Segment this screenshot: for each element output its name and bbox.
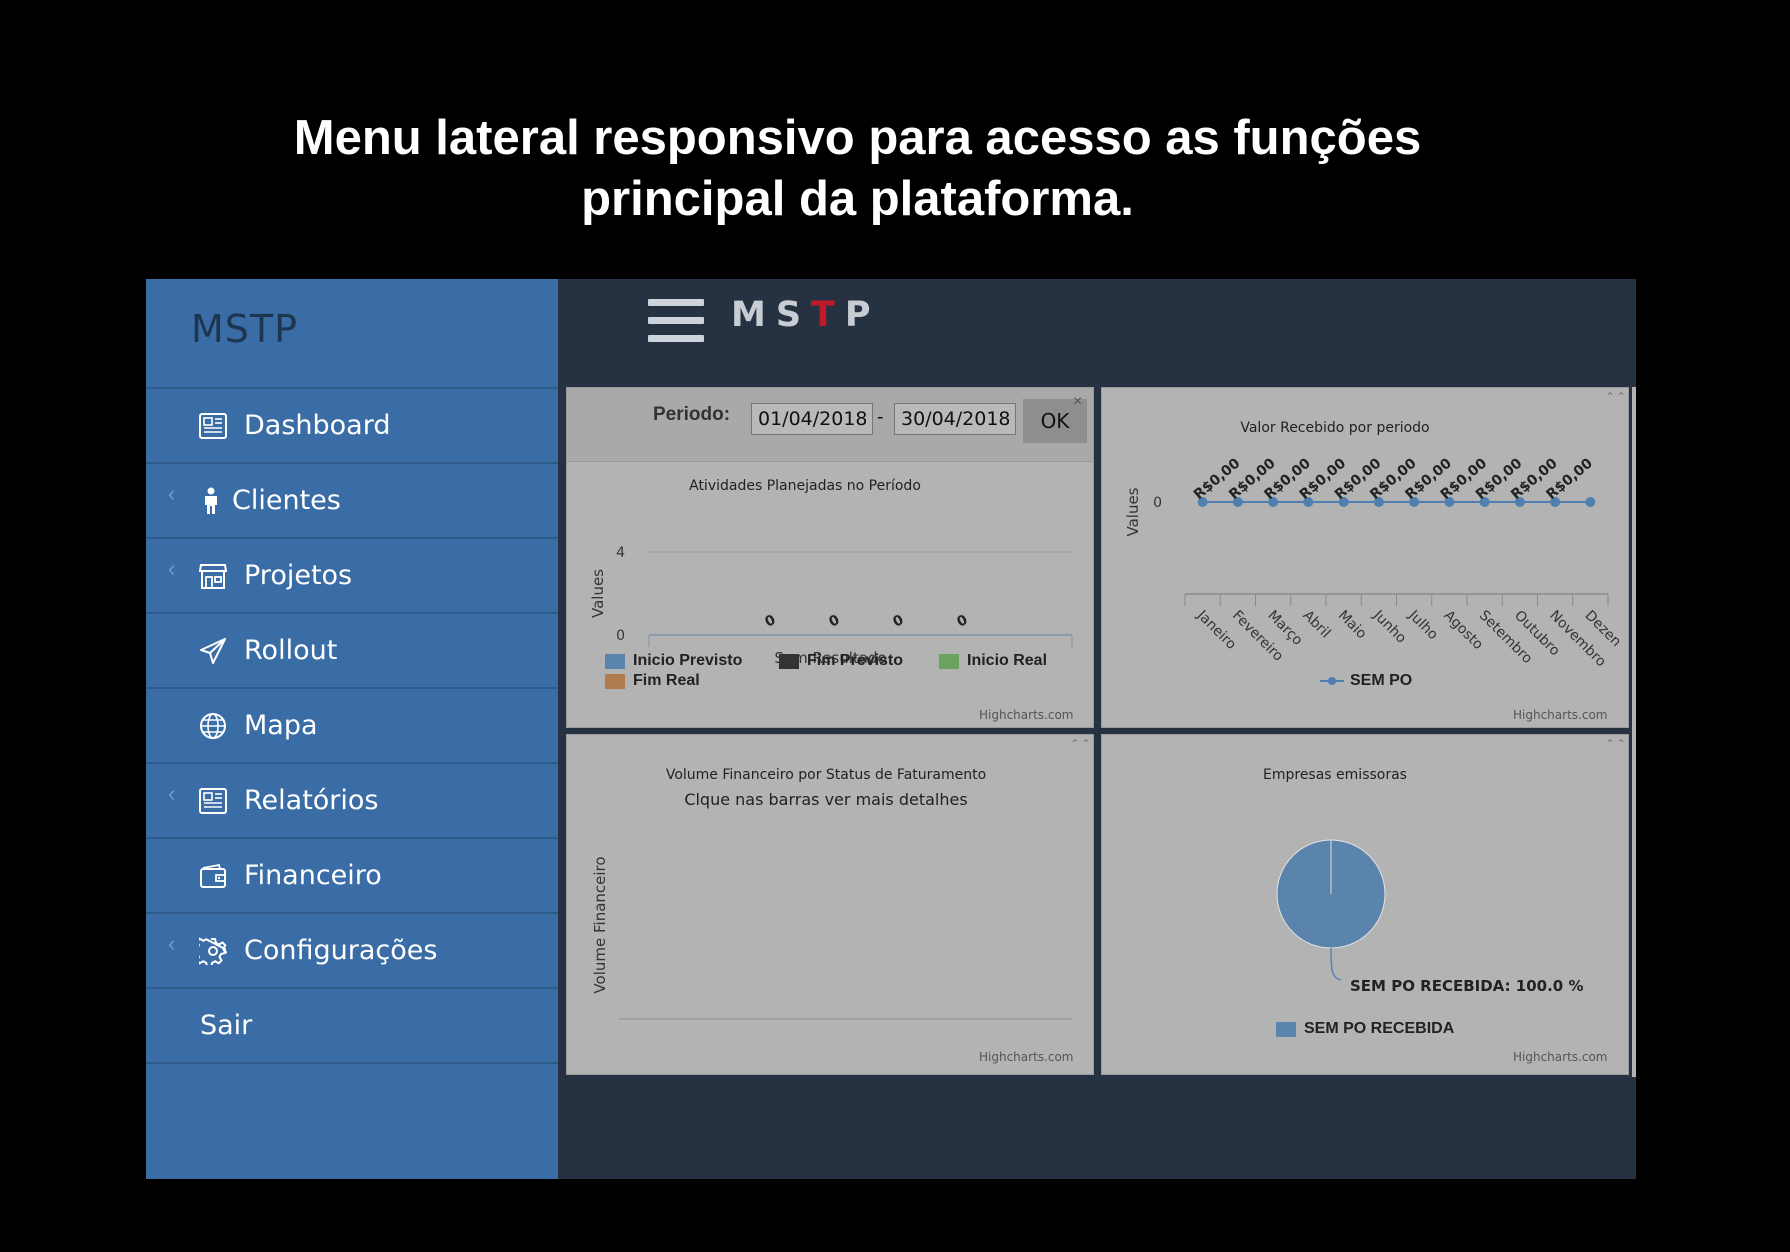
sidebar-item-sair[interactable]: Sair <box>146 989 558 1064</box>
x-tick-label: Janeiro <box>1193 607 1239 653</box>
series-point <box>1585 497 1596 507</box>
newspaper-icon <box>198 411 228 441</box>
legend-swatch <box>605 653 625 669</box>
highcharts-credit[interactable]: Highcharts.com <box>1513 1050 1607 1064</box>
sidebar-item-label: Configurações <box>244 935 438 966</box>
legend-item[interactable]: Inicio Previsto <box>605 652 742 670</box>
sidebar-item-label: Dashboard <box>244 410 391 441</box>
panel-valor-recebido: ⌃⌃ Valor Recebido por periodo 0 Values Jan… <box>1101 387 1629 728</box>
data-label: 0 <box>955 612 971 631</box>
legend-item[interactable]: Fim Previsto <box>779 652 903 670</box>
sidebar-item-dashboard[interactable]: Dashboard <box>146 389 558 464</box>
legend-swatch <box>1276 1021 1296 1037</box>
chart-valor-recebido: 0ValuesJaneiroFevereiroMarçoAbril Maio Jun… <box>1124 455 1624 670</box>
legend-label: Inicio Real <box>967 652 1048 669</box>
highcharts-credit[interactable]: Highcharts.com <box>1513 708 1607 722</box>
sidebar-item-label: Rollout <box>244 635 338 666</box>
top-bar: MSTP <box>558 279 1636 387</box>
data-label: SEM PO RECEBIDA: 100.0 % <box>1350 977 1584 995</box>
legend-label: Fim Real <box>633 672 700 689</box>
sidebar-item-clientes[interactable]: ‹ Clientes <box>146 464 558 539</box>
x-tick-label: Junho <box>1369 607 1409 647</box>
panel-volume-financeiro: ⌃⌃ Volume Financeiro por Status de Fatur… <box>566 734 1094 1075</box>
person-icon <box>196 486 226 516</box>
sidebar-brand: MSTP <box>191 307 299 351</box>
globe-icon <box>198 711 228 741</box>
chevron-left-icon: ‹ <box>168 481 176 506</box>
chart-volume-financeiro: Volume Financeiro <box>591 856 1072 1020</box>
y-axis-title: Values <box>589 569 607 618</box>
chevron-left-icon: ‹ <box>168 931 176 956</box>
x-tick-label: Maio <box>1335 608 1370 643</box>
legend-label: SEM PO RECEBIDA <box>1304 1020 1455 1037</box>
sidebar-item-configuracoes[interactable]: ‹ Configurações <box>146 914 558 989</box>
highcharts-credit[interactable]: Highcharts.com <box>979 708 1073 722</box>
sidebar-item-financeiro[interactable]: Financeiro <box>146 839 558 914</box>
sidebar-item-label: Projetos <box>244 560 353 591</box>
panel-empresas-emissoras: ⌃⌃ Empresas emissoras SEM PO RECEBIDA: 1… <box>1101 734 1629 1075</box>
sidebar-item-label: Clientes <box>232 485 341 516</box>
sidebar-item-label: Mapa <box>244 710 318 741</box>
sidebar-item-label: Financeiro <box>244 860 382 891</box>
sidebar-item-projetos[interactable]: ‹ Projetos <box>146 539 558 614</box>
gear-icon <box>198 936 228 966</box>
store-icon <box>198 561 228 591</box>
legend-swatch <box>779 653 799 669</box>
sidebar-menu: Dashboard ‹ Clientes ‹ Projetos Rollout … <box>146 389 558 1064</box>
data-label: 0 <box>763 612 779 631</box>
legend-item[interactable]: SEM PO <box>1320 672 1412 690</box>
hamburger-menu-icon[interactable] <box>648 299 704 343</box>
paper-plane-icon <box>198 636 228 666</box>
sidebar-item-mapa[interactable]: Mapa <box>146 689 558 764</box>
chart-title: Atividades Planejadas no Período <box>689 478 921 494</box>
chart-title: Valor Recebido por periodo <box>1240 420 1430 436</box>
start-date-input[interactable] <box>751 403 873 435</box>
panel-atividades: Periodo: - OK × Atividades Planejadas no… <box>566 387 1094 728</box>
y-tick-label: 4 <box>616 545 625 561</box>
chevron-left-icon: ‹ <box>168 781 176 806</box>
newspaper-icon <box>198 786 228 816</box>
legend-label: Fim Previsto <box>807 652 904 669</box>
x-tick-label: Julho <box>1405 607 1441 643</box>
highcharts-credit[interactable]: Highcharts.com <box>979 1050 1073 1064</box>
legend-swatch <box>605 673 625 689</box>
sidebar: MSTP Dashboard ‹ Clientes ‹ Projetos Rol… <box>146 279 558 1179</box>
y-axis-title: Volume Financeiro <box>591 856 609 993</box>
data-label: 0 <box>827 612 843 631</box>
close-icon[interactable]: × <box>1073 393 1082 411</box>
period-label: Periodo: <box>653 404 731 425</box>
legend-line-marker <box>1320 677 1344 685</box>
legend-label: Inicio Previsto <box>633 652 743 669</box>
app-window: MSTP Dashboard ‹ Clientes ‹ Projetos Rol… <box>146 279 1636 1179</box>
y-axis-title: Values <box>1124 487 1142 536</box>
chevron-left-icon: ‹ <box>168 556 176 581</box>
app-logo: MSTP <box>731 295 881 335</box>
sidebar-item-label: Sair <box>200 1010 253 1041</box>
caption-line-1: Menu lateral responsivo para acesso as f… <box>293 111 1422 165</box>
data-label: 0 <box>891 612 907 631</box>
period-filter: Periodo: - OK × <box>567 388 1093 462</box>
chart-empresas-emissoras: SEM PO RECEBIDA: 100.0 % <box>1276 839 1584 995</box>
legend-label: SEM PO <box>1350 672 1413 689</box>
wallet-icon <box>198 861 228 891</box>
sidebar-item-label: Relatórios <box>244 785 379 816</box>
caption-line-2: principal da plataforma. <box>581 172 1134 226</box>
legend-item[interactable]: Inicio Real <box>939 652 1047 670</box>
logo-accent: T <box>811 295 845 335</box>
date-separator: - <box>877 407 884 428</box>
legend-item[interactable]: SEM PO RECEBIDA <box>1276 1020 1454 1038</box>
data-label-connector <box>1330 947 1342 981</box>
end-date-input[interactable] <box>894 403 1016 435</box>
logo-part: MS <box>731 295 812 335</box>
caption: Menu lateral responsivo para acesso as f… <box>0 108 1715 230</box>
legend-item[interactable]: Fim Real <box>605 672 700 690</box>
drag-handle-icon[interactable]: ⌃⌃ <box>1605 390 1627 404</box>
y-tick-label: 0 <box>616 628 625 644</box>
legend-swatch <box>939 653 959 669</box>
logo-part: P <box>844 295 881 335</box>
sidebar-item-relatorios[interactable]: ‹ Relatórios <box>146 764 558 839</box>
y-tick-label: 0 <box>1153 495 1162 511</box>
sidebar-item-rollout[interactable]: Rollout <box>146 614 558 689</box>
scroll-edge <box>1632 387 1636 1077</box>
